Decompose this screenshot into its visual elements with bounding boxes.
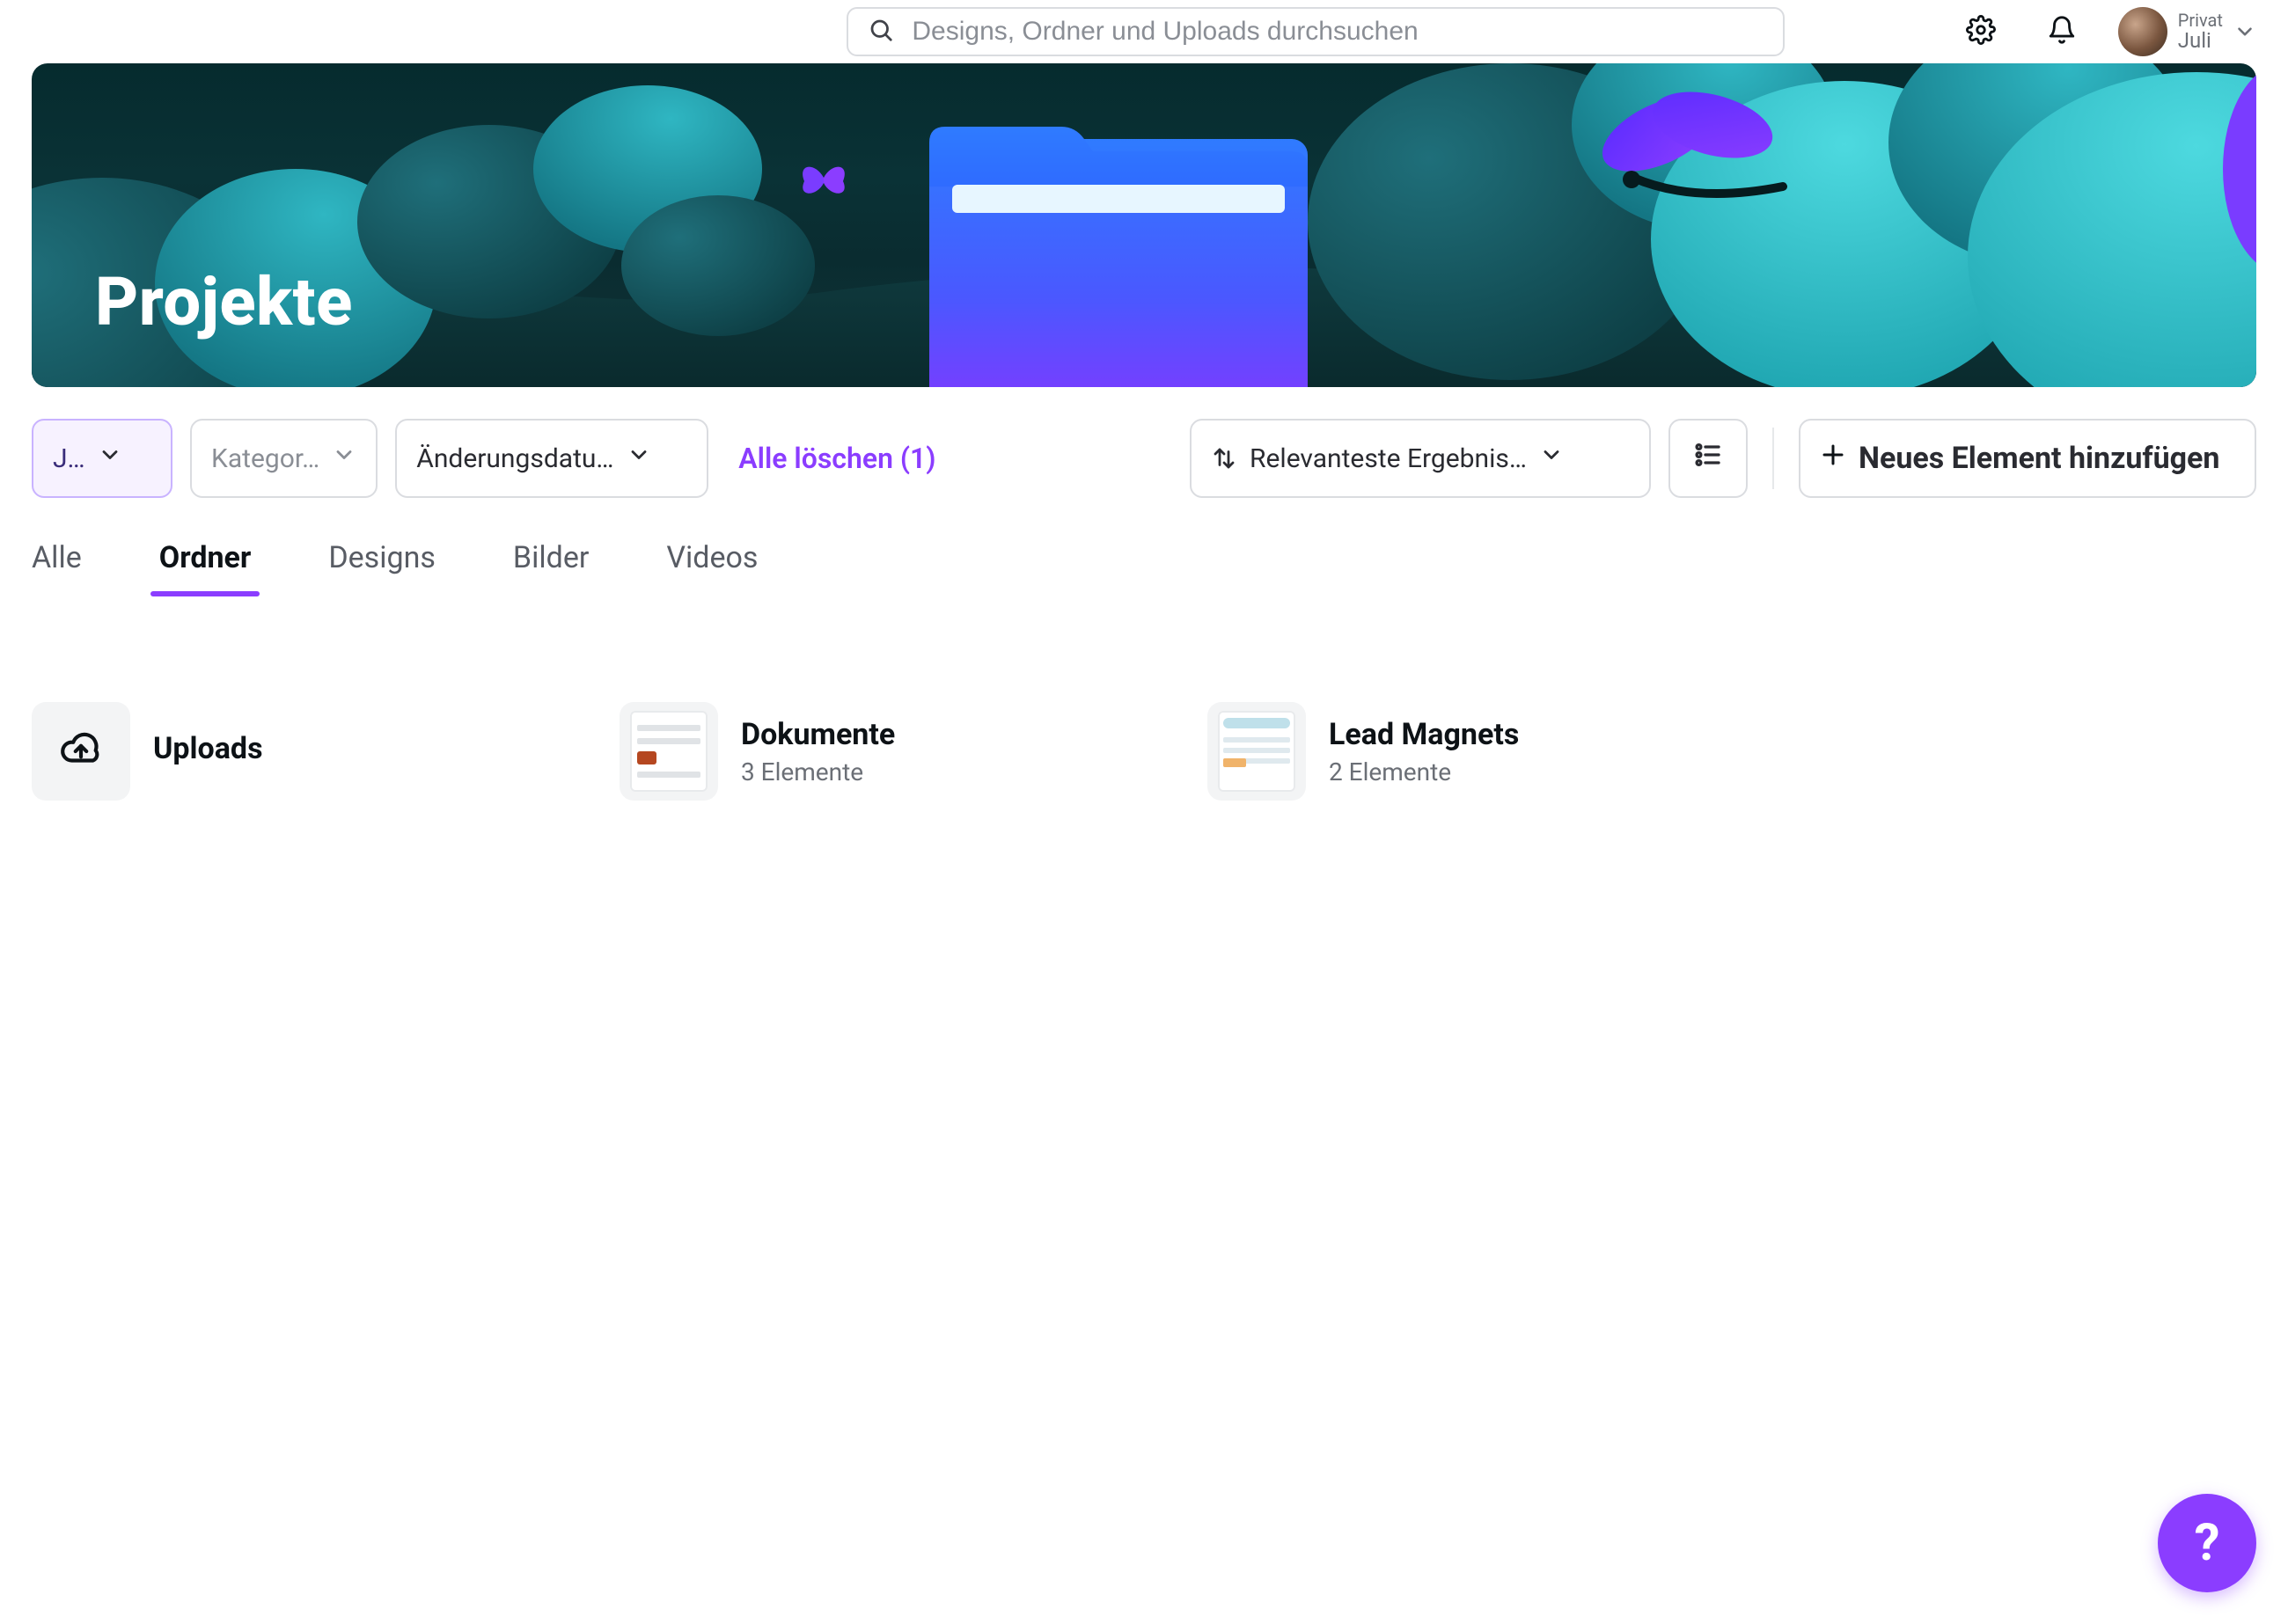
folder-thumb — [32, 702, 130, 801]
search-icon — [868, 17, 894, 47]
avatar — [2118, 7, 2167, 56]
view-toggle-list[interactable] — [1668, 419, 1748, 498]
folder-lead-magnets[interactable]: Lead Magnets 2 Elemente — [1207, 702, 1753, 801]
folder-uploads[interactable]: Uploads — [32, 702, 577, 801]
tab-bilder[interactable]: Bilder — [513, 528, 589, 595]
cloud-upload-icon — [59, 728, 103, 775]
list-view-icon — [1692, 439, 1724, 478]
chevron-down-icon — [332, 443, 356, 474]
filter-toolbar: J… Kategor… Änderungsdatu… Alle löschen … — [32, 419, 2256, 498]
tab-designs[interactable]: Designs — [328, 528, 436, 595]
folder-name: Dokumente — [741, 717, 895, 752]
account-switcher[interactable]: Privat Juli — [2118, 7, 2256, 56]
account-line1: Privat — [2178, 11, 2223, 30]
chevron-down-icon — [1539, 443, 1564, 474]
clear-filters-button[interactable]: Alle löschen (1) — [726, 419, 948, 498]
tab-videos[interactable]: Videos — [666, 528, 758, 595]
chevron-down-icon — [98, 443, 122, 474]
category-filter-label: Kategor… — [211, 443, 319, 474]
owner-filter-label: J… — [53, 443, 85, 474]
tab-ordner[interactable]: Ordner — [159, 528, 252, 595]
folder-name: Lead Magnets — [1329, 717, 1519, 752]
chevron-down-icon — [2233, 20, 2256, 43]
toolbar-divider — [1772, 428, 1774, 489]
folder-thumb — [620, 702, 718, 801]
gear-icon — [1966, 15, 1996, 48]
tabs: Alle Ordner Designs Bilder Videos — [32, 528, 2256, 596]
doc-preview-lines — [637, 725, 700, 778]
sort-label: Relevanteste Ergebnis… — [1250, 443, 1527, 474]
settings-button[interactable] — [1956, 7, 2006, 56]
search-box[interactable] — [847, 7, 1785, 56]
folder-meta: Uploads — [153, 731, 263, 772]
page-banner: Projekte — [32, 63, 2256, 387]
folder-meta: Lead Magnets 2 Elemente — [1329, 717, 1519, 786]
account-line2: Juli — [2178, 30, 2223, 52]
notifications-button[interactable] — [2037, 7, 2086, 56]
plus-icon — [1820, 441, 1846, 476]
sheet-top-bar — [1223, 718, 1290, 728]
help-button[interactable]: ? — [2158, 1494, 2256, 1592]
folder-thumb — [1207, 702, 1306, 801]
search-input[interactable] — [910, 16, 1764, 48]
folder-dokumente[interactable]: Dokumente 3 Elemente — [620, 702, 1165, 801]
chevron-down-icon — [627, 443, 651, 474]
account-text: Privat Juli — [2178, 11, 2223, 52]
sort-select[interactable]: Relevanteste Ergebnis… — [1190, 419, 1651, 498]
add-new-label: Neues Element hinzufügen — [1859, 441, 2219, 476]
folder-meta: Dokumente 3 Elemente — [741, 717, 895, 786]
sort-icon — [1211, 445, 1237, 472]
top-icons: Privat Juli — [1956, 7, 2256, 56]
folder-grid: Uploads Dokumente 3 Elemente Lead — [32, 702, 2256, 801]
category-filter[interactable]: Kategor… — [190, 419, 378, 498]
date-filter-label: Änderungsdatu… — [416, 443, 613, 474]
add-new-button[interactable]: Neues Element hinzufügen — [1799, 419, 2256, 498]
folder-sub: 2 Elemente — [1329, 757, 1519, 786]
owner-filter[interactable]: J… — [32, 419, 172, 498]
folder-sub: 3 Elemente — [741, 757, 895, 786]
help-icon: ? — [2195, 1513, 2220, 1573]
folder-name: Uploads — [153, 731, 263, 766]
top-bar: Privat Juli — [0, 0, 2288, 63]
page-title: Projekte — [95, 262, 353, 341]
bell-icon — [2047, 15, 2077, 48]
topbar-left-spacer — [32, 32, 676, 33]
sheet-cell — [1223, 758, 1246, 767]
date-filter[interactable]: Änderungsdatu… — [395, 419, 708, 498]
tab-alle[interactable]: Alle — [32, 528, 82, 595]
